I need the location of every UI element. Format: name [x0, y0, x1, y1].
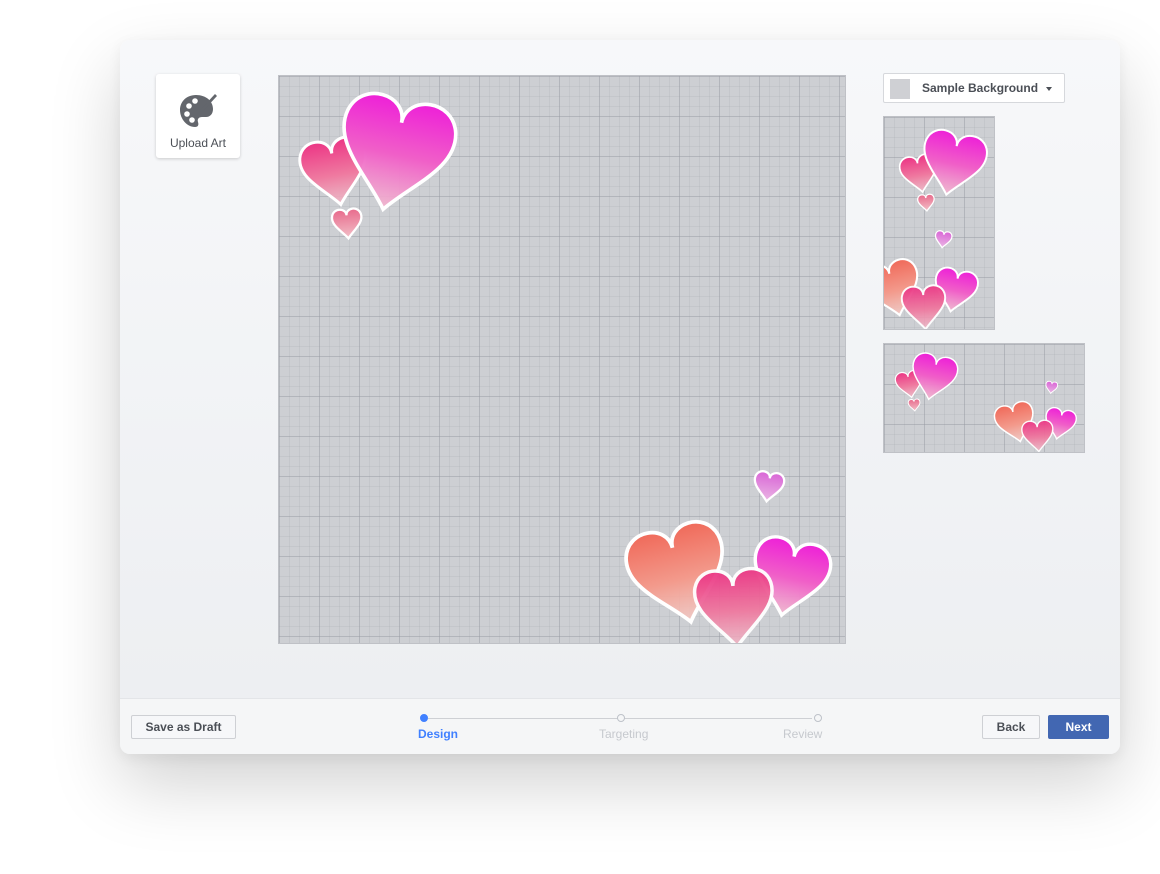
- hearts-cluster-bottom-right: [620, 470, 834, 643]
- step-label-design[interactable]: Design: [418, 727, 458, 741]
- upload-art-button[interactable]: Upload Art: [156, 74, 240, 158]
- hearts-cluster-top-left: [297, 88, 462, 240]
- step-dot-design[interactable]: [420, 714, 428, 722]
- step-dot-review[interactable]: [814, 714, 822, 722]
- footer-bar: Save as Draft Design Targeting Review Ba…: [120, 698, 1120, 754]
- preview-landscape-artwork: [884, 344, 1084, 452]
- step-label-review[interactable]: Review: [783, 727, 822, 741]
- preview-portrait-artwork: [884, 117, 994, 329]
- sample-background-dropdown[interactable]: Sample Background: [883, 73, 1065, 103]
- preview-landscape: [883, 343, 1085, 453]
- save-as-draft-button[interactable]: Save as Draft: [131, 715, 236, 739]
- palette-icon: [180, 94, 217, 127]
- design-canvas[interactable]: [278, 75, 846, 644]
- chevron-down-icon: [1046, 87, 1052, 91]
- back-button[interactable]: Back: [982, 715, 1040, 739]
- upload-art-label: Upload Art: [169, 136, 227, 150]
- sample-background-label: Sample Background: [922, 81, 1039, 95]
- editor-window: Upload Art Sample Background Save as Dra…: [120, 40, 1120, 754]
- hearts-artwork: [279, 76, 845, 643]
- step-dot-targeting[interactable]: [617, 714, 625, 722]
- preview-portrait: [883, 116, 995, 330]
- next-button[interactable]: Next: [1048, 715, 1109, 739]
- step-label-targeting[interactable]: Targeting: [599, 727, 648, 741]
- background-swatch: [890, 79, 910, 99]
